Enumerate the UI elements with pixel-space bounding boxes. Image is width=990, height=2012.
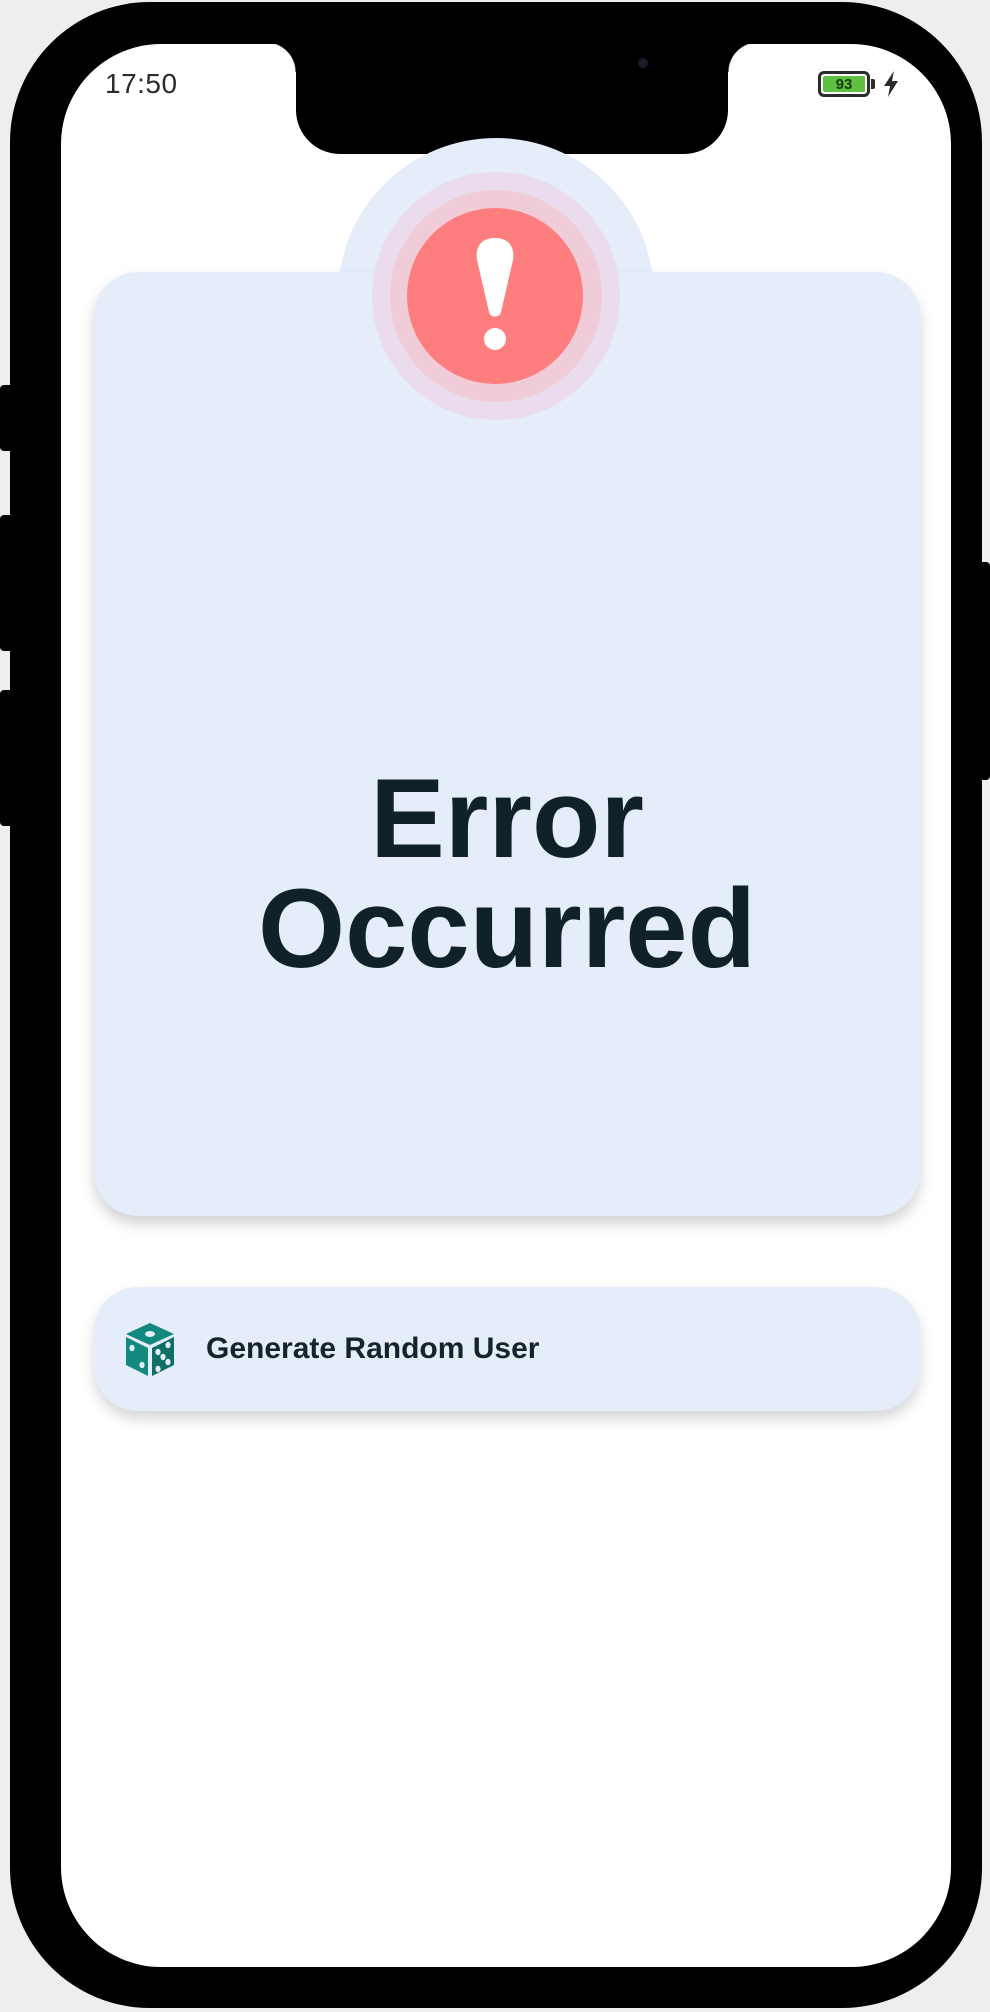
battery-level: 93 xyxy=(823,76,865,92)
front-camera xyxy=(638,58,648,68)
status-time: 17:50 xyxy=(105,68,178,99)
error-title-line1: Error xyxy=(370,756,644,881)
generate-random-user-button[interactable]: Generate Random User xyxy=(94,1287,920,1411)
battery-icon: 93 xyxy=(818,71,870,97)
battery-tip xyxy=(871,79,875,89)
error-title: Error Occurred xyxy=(94,756,920,991)
phone-screen: 17:50 93 Error Occurred Generate Random … xyxy=(61,44,951,1967)
phone-frame: 17:50 93 Error Occurred Generate Random … xyxy=(10,2,982,2008)
dice-icon xyxy=(126,1323,174,1376)
error-title-line2: Occurred xyxy=(258,866,756,991)
device-mockup: 17:50 93 Error Occurred Generate Random … xyxy=(0,0,990,2012)
exclamation-icon xyxy=(476,238,514,350)
charging-bolt-icon xyxy=(884,71,898,97)
notch xyxy=(266,44,758,154)
generate-button-label: Generate Random User xyxy=(206,1332,540,1365)
